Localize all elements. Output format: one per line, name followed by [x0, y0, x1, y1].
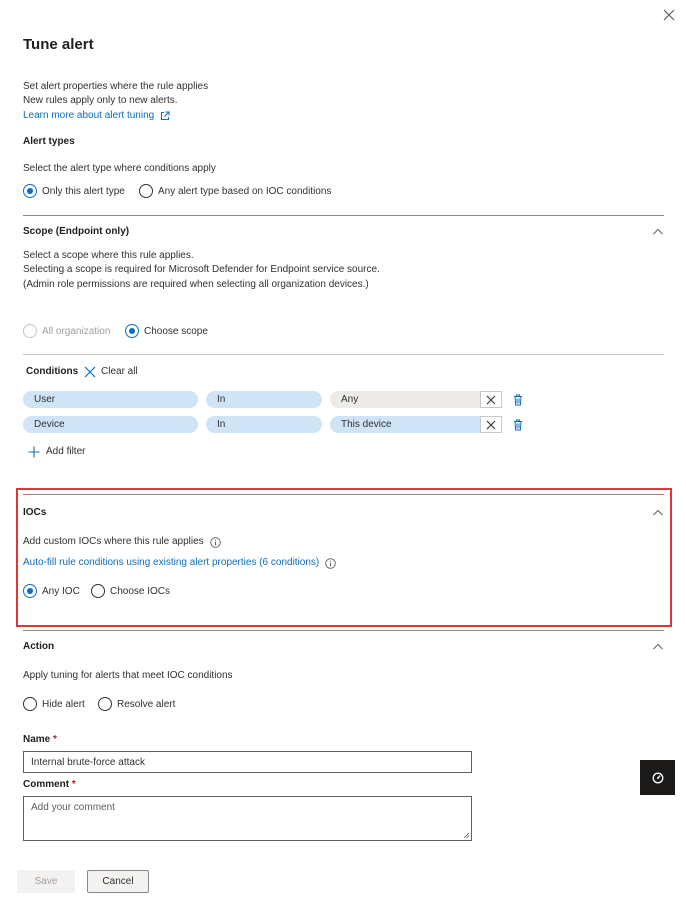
comment-label-row: Comment *: [23, 778, 76, 792]
info-icon[interactable]: [209, 536, 221, 548]
save-button[interactable]: Save: [17, 870, 75, 893]
iocs-description-row: Add custom IOCs where this rule applies: [23, 535, 221, 549]
learn-more-link[interactable]: Learn more about alert tuning: [23, 109, 170, 123]
name-label-row: Name *: [23, 733, 57, 747]
required-mark: *: [53, 734, 57, 745]
external-link-icon: [161, 111, 170, 120]
radio-circle[interactable]: [23, 584, 37, 598]
scope-requirement: Selecting a scope is required for Micros…: [23, 264, 380, 275]
scope-description: Select a scope where this rule applies.: [23, 250, 194, 261]
comment-label: Comment: [23, 779, 70, 790]
chevron-up-icon[interactable]: [652, 226, 664, 238]
radio-resolve-alert[interactable]: Resolve alert: [98, 697, 175, 711]
clear-all-label: Clear all: [101, 366, 138, 377]
radio-label: Any alert type based on IOC conditions: [158, 185, 332, 197]
iocs-heading: IOCs: [23, 507, 47, 518]
autofill-row: Auto-fill rule conditions using existing…: [23, 556, 337, 570]
condition-operator[interactable]: In: [206, 391, 322, 408]
radio-circle[interactable]: [23, 697, 37, 711]
name-input[interactable]: Internal brute-force attack: [23, 751, 472, 773]
radio-all-organization[interactable]: All organization: [23, 324, 110, 338]
radio-circle[interactable]: [98, 697, 112, 711]
iocs-description: Add custom IOCs where this rule applies: [23, 536, 204, 547]
radio-label: Hide alert: [42, 698, 85, 710]
radio-circle[interactable]: [23, 184, 37, 198]
resize-handle-icon[interactable]: [463, 832, 470, 839]
scope-divider: [23, 354, 664, 355]
plus-icon: [28, 446, 40, 458]
chevron-up-icon[interactable]: [652, 507, 664, 519]
panel-title: Tune alert: [23, 36, 94, 53]
section-divider: [23, 494, 664, 495]
radio-any-ioc[interactable]: Any IOC: [23, 584, 80, 598]
remove-value-button[interactable]: [480, 391, 502, 408]
scope-heading: Scope (Endpoint only): [23, 226, 130, 237]
condition-field[interactable]: User: [23, 391, 198, 408]
condition-value[interactable]: This device: [330, 416, 480, 433]
intro-text: Set alert properties where the rule appl…: [23, 81, 209, 92]
radio-label: Only this alert type: [42, 185, 125, 197]
required-mark: *: [71, 779, 76, 790]
delete-icon[interactable]: [513, 394, 523, 406]
action-description: Apply tuning for alerts that meet IOC co…: [23, 670, 233, 681]
info-icon[interactable]: [325, 557, 337, 569]
radio-label: Choose IOCs: [110, 585, 171, 597]
radio-any-alert-type[interactable]: Any alert type based on IOC conditions: [139, 184, 331, 198]
radio-label: Choose scope: [144, 325, 208, 337]
feedback-icon: [652, 772, 663, 783]
close-icon: [486, 420, 496, 429]
radio-label: All organization: [42, 325, 111, 337]
intro-note: New rules apply only to new alerts.: [23, 95, 178, 106]
section-divider: [23, 215, 664, 216]
cancel-button[interactable]: Cancel: [87, 870, 149, 893]
action-heading: Action: [23, 641, 55, 652]
radio-circle[interactable]: [91, 584, 105, 598]
clear-icon: [84, 366, 96, 378]
feedback-button[interactable]: [640, 760, 675, 795]
radio-circle[interactable]: [125, 324, 139, 338]
condition-value[interactable]: Any: [330, 391, 480, 408]
learn-more-label[interactable]: Learn more about alert tuning: [23, 109, 154, 123]
radio-choose-scope[interactable]: Choose scope: [125, 324, 208, 338]
autofill-link[interactable]: Auto-fill rule conditions using existing…: [23, 556, 319, 570]
delete-icon[interactable]: [513, 419, 523, 431]
alert-types-description: Select the alert type where conditions a…: [23, 163, 216, 174]
conditions-label: Conditions: [26, 366, 79, 377]
radio-circle[interactable]: [23, 324, 37, 338]
close-icon[interactable]: [662, 8, 676, 22]
section-divider: [23, 630, 664, 631]
chevron-up-icon[interactable]: [652, 641, 664, 653]
alert-types-heading: Alert types: [23, 136, 75, 147]
close-icon: [486, 395, 496, 404]
radio-choose-iocs[interactable]: Choose IOCs: [91, 584, 170, 598]
clear-all-button[interactable]: Clear all: [84, 365, 138, 379]
scope-permission-note: (Admin role permissions are required whe…: [23, 279, 369, 290]
comment-textarea[interactable]: Add your comment: [23, 796, 472, 841]
radio-label: Any IOC: [42, 585, 80, 597]
condition-field[interactable]: Device: [23, 416, 198, 433]
name-label: Name: [23, 734, 51, 745]
radio-circle[interactable]: [139, 184, 153, 198]
remove-value-button[interactable]: [480, 416, 502, 433]
add-filter-label: Add filter: [46, 446, 86, 457]
radio-only-this-alert-type[interactable]: Only this alert type: [23, 184, 125, 198]
condition-operator[interactable]: In: [206, 416, 322, 433]
radio-label: Resolve alert: [117, 698, 176, 710]
add-filter-button[interactable]: Add filter: [28, 445, 85, 459]
radio-hide-alert[interactable]: Hide alert: [23, 697, 85, 711]
